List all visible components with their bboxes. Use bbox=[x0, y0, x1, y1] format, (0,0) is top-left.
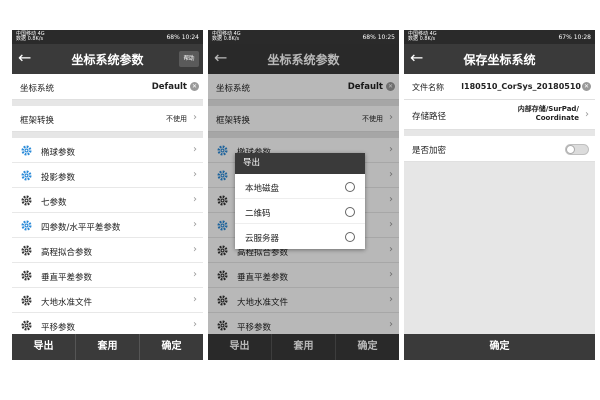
gear-icon bbox=[21, 145, 32, 156]
storage-path-label: 存储路径 bbox=[412, 112, 447, 122]
bottom-toolbar: 导出 套用 确定 bbox=[12, 334, 203, 360]
confirm-button[interactable]: 确定 bbox=[404, 334, 595, 360]
gear-icon bbox=[21, 295, 32, 306]
list-item-label: 平移参数 bbox=[41, 323, 76, 333]
option-label: 云服务器 bbox=[245, 234, 280, 244]
screen-export-dialog: 中国移动 4G 数据 0.8K/s 68% 10:25 ← 坐标系统参数 坐标系统… bbox=[208, 30, 399, 360]
screen-coordinate-params: 中国移动 4G 数据 0.8K/s 68% 10:24 ← 坐标系统参数 帮助 坐… bbox=[12, 30, 203, 360]
popup-title: 导出 bbox=[235, 153, 365, 174]
network-speed-text: 数据 0.8K/s bbox=[212, 36, 240, 42]
chevron-right-icon: › bbox=[193, 112, 197, 123]
clear-icon[interactable]: ✕ bbox=[190, 82, 199, 91]
storage-path-line2: Coordinate bbox=[535, 114, 579, 122]
list-item[interactable]: 椭球参数 › bbox=[12, 138, 203, 163]
screen-save-coordinate-system: 中国移动 4G 数据 0.8K/s 67% 10:28 ← 保存坐标系统 文件名称… bbox=[404, 30, 595, 360]
list-item[interactable]: 垂直平差参数 › bbox=[12, 263, 203, 288]
chevron-right-icon: › bbox=[585, 109, 589, 120]
list-item-label: 高程拟合参数 bbox=[41, 248, 93, 258]
filename-input[interactable]: l180510_CorSys_20180510 bbox=[461, 82, 581, 91]
storage-path-value: 内部存储/SurPad/ Coordinate bbox=[518, 105, 579, 123]
clear-icon[interactable]: ✕ bbox=[582, 82, 591, 91]
status-bar: 中国移动 4G 数据 0.8K/s 68% 10:25 bbox=[208, 30, 399, 44]
confirm-button[interactable]: 确定 bbox=[140, 334, 203, 360]
gear-icon bbox=[21, 270, 32, 281]
export-button[interactable]: 导出 bbox=[12, 334, 76, 360]
gear-icon bbox=[21, 220, 32, 231]
filename-label: 文件名称 bbox=[412, 83, 444, 92]
chevron-right-icon: › bbox=[193, 144, 197, 155]
option-cloud-server[interactable]: 云服务器 bbox=[235, 224, 365, 249]
chevron-right-icon: › bbox=[193, 194, 197, 205]
list-item[interactable]: 高程拟合参数 › bbox=[12, 238, 203, 263]
bottom-toolbar: 确定 bbox=[404, 334, 595, 360]
encrypt-row: 是否加密 bbox=[404, 136, 595, 162]
network-speed-text: 数据 0.8K/s bbox=[16, 36, 44, 42]
coord-system-value: Default bbox=[151, 82, 187, 92]
frame-transform-row[interactable]: 框架转换 不使用 › bbox=[12, 106, 203, 132]
apply-button[interactable]: 套用 bbox=[76, 334, 140, 360]
status-bar: 中国移动 4G 数据 0.8K/s 68% 10:24 bbox=[12, 30, 203, 44]
list-item[interactable]: 投影参数 › bbox=[12, 163, 203, 188]
radio-button[interactable] bbox=[345, 207, 355, 217]
help-button[interactable]: 帮助 bbox=[179, 51, 199, 67]
list-item-label: 投影参数 bbox=[41, 173, 76, 183]
status-bar: 中国移动 4G 数据 0.8K/s 67% 10:28 bbox=[404, 30, 595, 44]
list-item-label: 四参数/水平平差参数 bbox=[41, 223, 121, 233]
list-item-label: 垂直平差参数 bbox=[41, 273, 93, 283]
option-label: 本地磁盘 bbox=[245, 184, 280, 194]
option-qr-code[interactable]: 二维码 bbox=[235, 199, 365, 224]
chevron-right-icon: › bbox=[193, 219, 197, 230]
export-popup: 导出 本地磁盘 二维码 云服务器 bbox=[235, 153, 365, 249]
list-item-label: 椭球参数 bbox=[41, 148, 76, 158]
coord-system-row[interactable]: 坐标系统 Default ✕ bbox=[12, 74, 203, 100]
gear-icon bbox=[21, 170, 32, 181]
gear-icon bbox=[21, 195, 32, 206]
radio-button[interactable] bbox=[345, 182, 355, 192]
chevron-right-icon: › bbox=[193, 269, 197, 280]
frame-transform-label: 框架转换 bbox=[20, 116, 55, 126]
page-title: 坐标系统参数 bbox=[71, 53, 144, 67]
param-list: 椭球参数 › 投影参数 › 七参数 › 四参数/水平平差参数 › 高程拟合参数 … bbox=[12, 138, 203, 338]
encrypt-toggle[interactable] bbox=[565, 144, 589, 155]
chevron-right-icon: › bbox=[193, 294, 197, 305]
chevron-right-icon: › bbox=[193, 169, 197, 180]
list-item-label: 七参数 bbox=[41, 198, 67, 208]
filename-row[interactable]: 文件名称 l180510_CorSys_20180510 ✕ bbox=[404, 74, 595, 100]
gear-icon bbox=[21, 245, 32, 256]
frame-transform-value: 不使用 bbox=[166, 115, 187, 123]
list-item[interactable]: 大地水准文件 › bbox=[12, 288, 203, 313]
app-bar: ← 保存坐标系统 bbox=[404, 44, 595, 74]
list-item-label: 大地水准文件 bbox=[41, 298, 93, 308]
radio-button[interactable] bbox=[345, 232, 355, 242]
network-speed-text: 数据 0.8K/s bbox=[408, 36, 436, 42]
page-title: 保存坐标系统 bbox=[463, 53, 536, 67]
toggle-knob bbox=[566, 145, 575, 154]
encrypt-label: 是否加密 bbox=[412, 146, 447, 156]
option-label: 二维码 bbox=[245, 209, 271, 219]
battery-time: 67% 10:28 bbox=[558, 34, 591, 41]
chevron-right-icon: › bbox=[193, 319, 197, 330]
option-local-disk[interactable]: 本地磁盘 bbox=[235, 174, 365, 199]
chevron-right-icon: › bbox=[193, 244, 197, 255]
storage-path-line1: 内部存储/SurPad/ bbox=[517, 105, 579, 113]
gear-icon bbox=[21, 320, 32, 331]
app-bar: ← 坐标系统参数 帮助 bbox=[12, 44, 203, 74]
list-item[interactable]: 七参数 › bbox=[12, 188, 203, 213]
battery-time: 68% 10:25 bbox=[362, 34, 395, 41]
coord-system-label: 坐标系统 bbox=[20, 84, 55, 94]
storage-path-row[interactable]: 存储路径 内部存储/SurPad/ Coordinate › bbox=[404, 100, 595, 130]
list-item[interactable]: 四参数/水平平差参数 › bbox=[12, 213, 203, 238]
battery-time: 68% 10:24 bbox=[166, 34, 199, 41]
